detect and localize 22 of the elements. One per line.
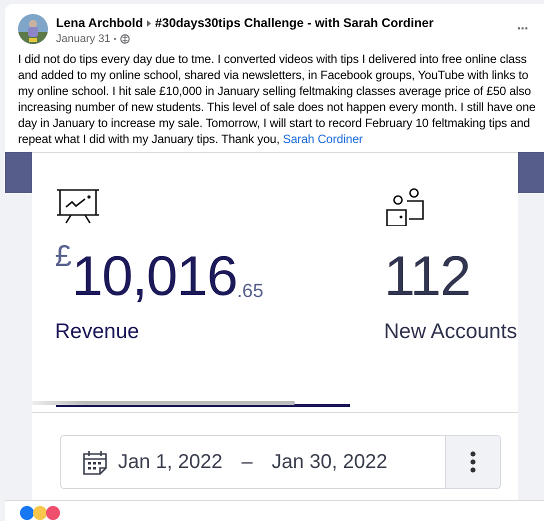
globe-icon — [120, 34, 130, 44]
date-range-field[interactable]: Jan 1, 2022 – Jan 30, 2022 — [60, 435, 445, 489]
date-separator: – — [242, 450, 253, 474]
presentation-chart-icon — [56, 188, 100, 226]
post-text: I did not do tips every day due to tme. I converted videos with tips I delivered into free online class and added to my online school, shared via newsletters, in Facebook groups, YouTube with links to my online school. I hit sale £10,000 in January selling feltmaking classes average price of £50 also increasing number of new students. This level of sale does not happen every month. I still have one day in January to increase my sale. Tomorrow, I will start to record February 10 feltmaking tips and repeat what I did with my January tips. Thank you, Sarah Cordiner — [18, 51, 537, 147]
end-date: Jan 30, 2022 — [272, 450, 388, 474]
triangle-icon — [147, 20, 152, 26]
avatar-icon[interactable] — [18, 14, 48, 44]
stat-tab[interactable]: Revenue — [55, 320, 384, 344]
kebab-icon — [470, 451, 476, 473]
mention-link[interactable]: Sarah Cordiner — [282, 132, 363, 146]
post-date[interactable]: January 31 — [56, 33, 110, 45]
revenue-amount: £10,016.65 — [55, 239, 264, 304]
more-button[interactable]: ··· — [517, 20, 528, 36]
scrollbar[interactable] — [32, 401, 295, 405]
stat-tab[interactable]: New Accounts — [384, 320, 518, 344]
accounts-count: 112 — [384, 243, 472, 304]
author-name[interactable]: Lena Archbold — [56, 16, 144, 30]
calendar-icon — [82, 449, 108, 475]
reactions-icon[interactable] — [19, 505, 63, 521]
start-date: Jan 1, 2022 — [118, 450, 223, 474]
group-name[interactable]: #30days30tips Challenge - with Sarah Cordiner — [155, 16, 434, 30]
